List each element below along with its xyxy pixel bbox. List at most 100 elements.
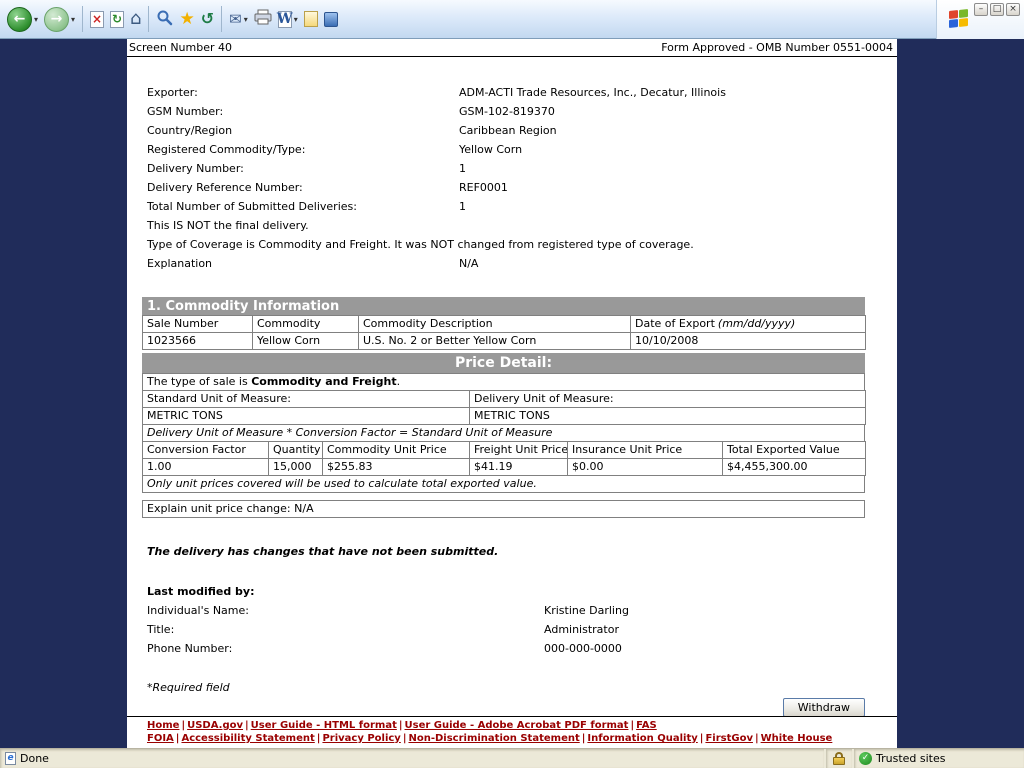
print-button[interactable] (251, 7, 275, 31)
refresh-arrow-glyph: ↻ (111, 12, 123, 27)
refresh-button[interactable]: ↻ (107, 9, 127, 30)
field-label: Total Number of Submitted Deliveries: (147, 197, 459, 216)
footer-link-white-house[interactable]: White House (761, 733, 833, 744)
footer-link-user-guide-pdf[interactable]: User Guide - Adobe Acrobat PDF format (405, 720, 629, 731)
favorites-button[interactable]: ★ (176, 9, 197, 30)
field-value: Yellow Corn (459, 140, 522, 159)
edit-dropdown-icon[interactable]: ▾ (294, 15, 298, 24)
security-zone-label: Trusted sites (876, 752, 946, 765)
refresh-icon: ↻ (110, 11, 124, 28)
final-delivery-note: This IS NOT the final delivery. (147, 216, 881, 235)
field-value: ADM-ACTI Trade Resources, Inc., Decatur,… (459, 83, 726, 102)
col-header-conversion-factor: Conversion Factor (143, 442, 269, 459)
field-label: Title: (147, 620, 544, 639)
field-value: Administrator (544, 620, 619, 639)
info-row-total-deliveries: Total Number of Submitted Deliveries: 1 (147, 197, 881, 216)
notepad-button[interactable] (301, 9, 321, 29)
favorites-star-icon: ★ (179, 11, 194, 28)
mail-icon: ✉ (229, 12, 242, 27)
footer-link-home[interactable]: Home (147, 720, 179, 731)
footer-link-user-guide-html[interactable]: User Guide - HTML format (251, 720, 397, 731)
footer-link-privacy-policy[interactable]: Privacy Policy (322, 733, 400, 744)
search-button[interactable] (153, 7, 176, 32)
search-icon (156, 9, 173, 30)
coverage-note-table: Only unit prices covered will be used to… (142, 475, 865, 493)
mail-button[interactable]: ✉ ▾ (226, 10, 251, 29)
commodity-unit-price-cell: $255.83 (323, 459, 470, 476)
footer-link-usda-gov[interactable]: USDA.gov (187, 720, 243, 731)
quantity-cell: 15,000 (269, 459, 323, 476)
commodity-section-header: 1. Commodity Information (142, 297, 865, 316)
type-of-sale-prefix: The type of sale is (147, 375, 251, 388)
security-zone-section: ✓ Trusted sites (854, 749, 1024, 768)
page-footer: Home|USDA.gov|User Guide - HTML format|U… (127, 716, 897, 748)
footer-links-row1: Home|USDA.gov|User Guide - HTML format|U… (147, 719, 897, 732)
coverage-note-row: Only unit prices covered will be used to… (143, 476, 865, 493)
field-label: GSM Number: (147, 102, 459, 121)
mail-dropdown-icon[interactable]: ▾ (244, 15, 248, 24)
field-label: Registered Commodity/Type: (147, 140, 459, 159)
info-row-commodity-type: Registered Commodity/Type: Yellow Corn (147, 140, 881, 159)
edit-with-word-button[interactable]: W ▾ (275, 9, 301, 30)
footer-link-foia[interactable]: FOIA (147, 733, 174, 744)
page-viewport: Screen Number 40 Form Approved - OMB Num… (0, 39, 1024, 748)
standard-uom-value: METRIC TONS (143, 408, 470, 425)
footer-separator: | (399, 720, 403, 731)
maximize-button[interactable]: □ (990, 3, 1004, 16)
col-header-commodity-unit-price: Commodity Unit Price (323, 442, 470, 459)
footer-link-information-quality[interactable]: Information Quality (587, 733, 697, 744)
info-row-delivery-number: Delivery Number: 1 (147, 159, 881, 178)
close-button[interactable]: × (1006, 3, 1020, 16)
footer-link-non-discrimination[interactable]: Non-Discrimination Statement (408, 733, 579, 744)
footer-link-firstgov[interactable]: FirstGov (705, 733, 753, 744)
freight-unit-price-cell: $41.19 (470, 459, 568, 476)
history-button[interactable]: ↺ (198, 9, 217, 29)
info-row-gsm-number: GSM Number: GSM-102-819370 (147, 102, 881, 121)
field-value: 1 (459, 197, 466, 216)
stop-icon: × (90, 11, 104, 28)
ie-page-glyph: e (6, 753, 15, 764)
toolbar-right-panel: – □ × (936, 0, 1024, 39)
page: Screen Number 40 Form Approved - OMB Num… (127, 39, 897, 748)
conversion-note-table: Delivery Unit of Measure * Conversion Fa… (142, 424, 865, 442)
forward-button[interactable]: → ▾ (41, 5, 78, 34)
standard-uom-label: Standard Unit of Measure: (143, 391, 470, 408)
footer-link-accessibility[interactable]: Accessibility Statement (181, 733, 314, 744)
last-modified-phone-row: Phone Number: 000-000-0000 (147, 639, 881, 658)
explain-price-change-table: Explain unit price change: N/A (142, 500, 865, 518)
col-header-freight-unit-price: Freight Unit Price (470, 442, 568, 459)
minimize-button[interactable]: – (974, 3, 988, 16)
messenger-button[interactable] (321, 10, 341, 29)
field-value: Caribbean Region (459, 121, 557, 140)
page-header: Screen Number 40 Form Approved - OMB Num… (127, 39, 897, 57)
browser-window: ← ▾ → ▾ × ↻ ⌂ ★ ↺ ✉ ▾ (0, 0, 1024, 768)
back-dropdown-icon[interactable]: ▾ (34, 15, 38, 24)
field-label: Phone Number: (147, 639, 544, 658)
back-icon: ← (7, 7, 32, 32)
window-controls: – □ × (974, 3, 1020, 16)
page-icon: e (5, 752, 16, 765)
field-value: Kristine Darling (544, 601, 629, 620)
back-button[interactable]: ← ▾ (4, 5, 41, 34)
info-row-delivery-reference: Delivery Reference Number: REF0001 (147, 178, 881, 197)
commodity-cell: Yellow Corn (253, 333, 359, 350)
last-modified-title-row: Title: Administrator (147, 620, 881, 639)
withdraw-button[interactable]: Withdraw (783, 698, 865, 716)
col-header-date-of-export: Date of Export(mm/dd/yyyy) (631, 316, 866, 333)
history-icon: ↺ (201, 11, 214, 27)
home-button[interactable]: ⌂ (127, 8, 144, 30)
footer-separator: | (630, 720, 634, 731)
delivery-uom-value: METRIC TONS (470, 408, 866, 425)
footer-separator: | (755, 733, 759, 744)
footer-link-fas[interactable]: FAS (636, 720, 657, 731)
field-label: Explanation (147, 254, 459, 273)
field-value: 1 (459, 159, 466, 178)
forward-dropdown-icon[interactable]: ▾ (71, 15, 75, 24)
screen-number: Screen Number 40 (129, 41, 232, 54)
field-label: Exporter: (147, 83, 459, 102)
delivery-uom-label: Delivery Unit of Measure: (470, 391, 866, 408)
col-header-insurance-unit-price: Insurance Unit Price (568, 442, 723, 459)
stop-button[interactable]: × (87, 9, 107, 30)
stop-x-glyph: × (91, 12, 103, 27)
print-icon (254, 9, 272, 29)
